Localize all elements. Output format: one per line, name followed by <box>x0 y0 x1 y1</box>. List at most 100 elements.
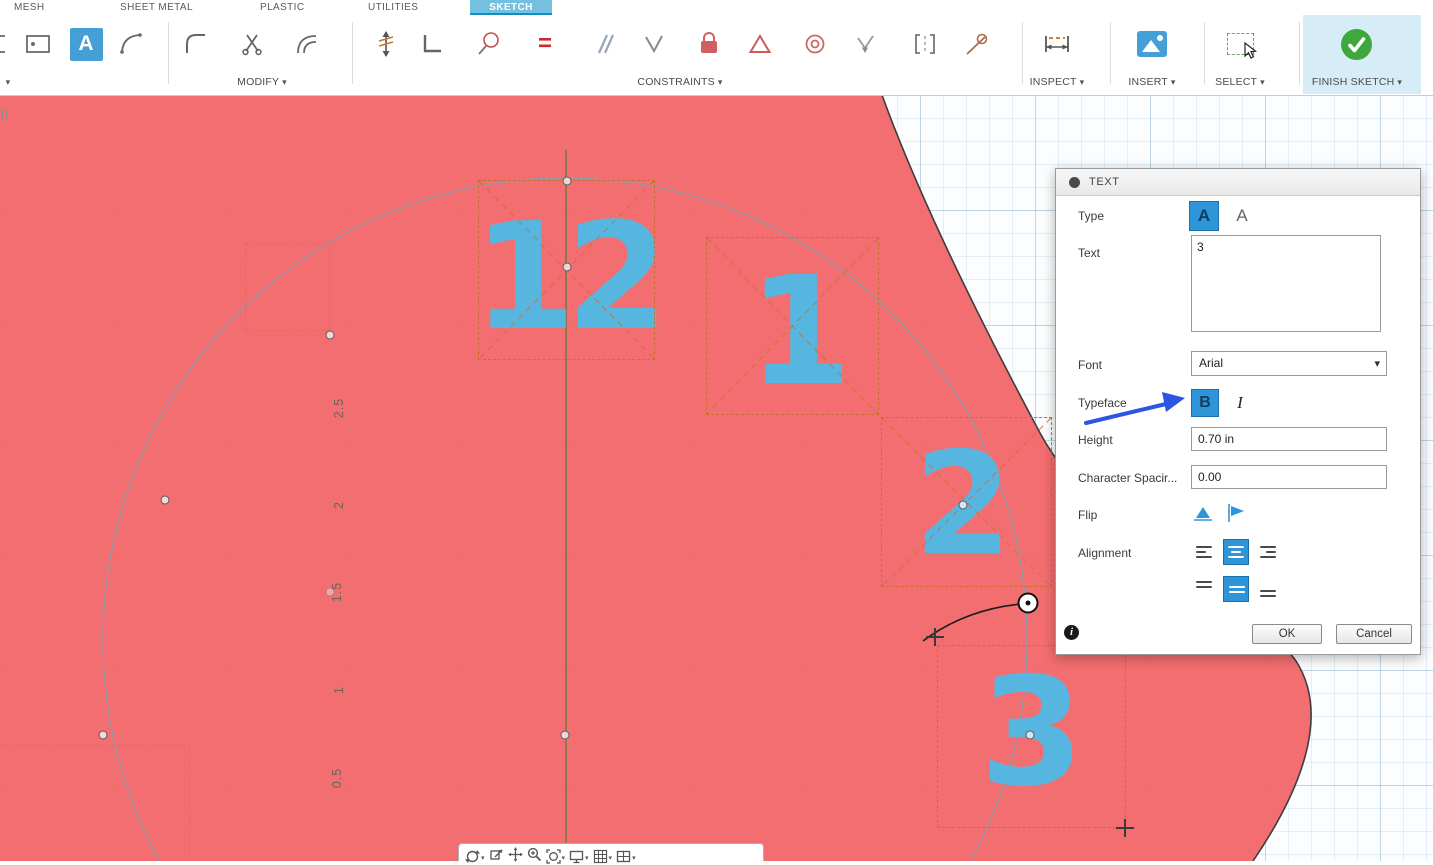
toolbar-ribbon: MESH SHEET METAL PLASTIC UTILITIES SKETC… <box>0 0 1433 96</box>
align-center-button[interactable] <box>1223 539 1249 565</box>
modify-group-label[interactable]: MODIFY <box>237 76 287 88</box>
viewports-icon <box>616 849 631 864</box>
display-settings-icon <box>569 849 584 864</box>
tab-plastic[interactable]: PLASTIC <box>260 0 304 15</box>
dimension-label[interactable]: 1.5 <box>330 582 344 602</box>
selection-box-bottom-left[interactable] <box>0 745 190 861</box>
polygon-tool-button[interactable] <box>738 20 782 68</box>
fillet-tool-button[interactable] <box>174 20 218 68</box>
parallel-constraint-button[interactable] <box>582 20 626 68</box>
selection-box-upper-left[interactable] <box>245 243 330 331</box>
angle-constraint-button[interactable] <box>632 20 676 68</box>
midpoint-constraint-button[interactable] <box>844 20 888 68</box>
tab-sheet-metal[interactable]: SHEET METAL <box>120 0 193 15</box>
character-spacing-input[interactable] <box>1191 465 1387 489</box>
symmetry-brackets-icon <box>912 32 938 56</box>
sketch-point[interactable] <box>561 731 570 740</box>
ok-button[interactable]: OK <box>1252 624 1322 644</box>
grid-settings-button[interactable] <box>593 847 613 865</box>
text-dialog-header[interactable]: TEXT <box>1056 169 1420 196</box>
toolbar-separator <box>1204 22 1205 84</box>
concentric-circles-icon <box>803 32 827 56</box>
perpendicular-constraint-button[interactable] <box>410 20 454 68</box>
text-tool-button[interactable]: A <box>64 20 108 68</box>
font-select[interactable]: Arial <box>1191 351 1387 376</box>
align-right-button[interactable] <box>1255 539 1281 565</box>
sketch-point[interactable] <box>161 496 170 505</box>
insert-button[interactable] <box>1130 20 1174 68</box>
flip-vertical-button[interactable] <box>1223 500 1249 526</box>
info-icon[interactable]: i <box>1064 625 1079 640</box>
coincident-constraint-button[interactable] <box>467 20 511 68</box>
zoom-button[interactable] <box>527 847 542 862</box>
dimension-label[interactable]: 2 <box>332 501 346 509</box>
text-label: Text <box>1078 246 1100 260</box>
fit-button[interactable] <box>546 847 566 865</box>
inspect-measure-button[interactable] <box>1035 20 1079 68</box>
finish-sketch-label[interactable]: FINISH SKETCH <box>1312 76 1402 88</box>
workspace-tabs: MESH SHEET METAL PLASTIC UTILITIES SKETC… <box>0 0 1433 15</box>
tab-mesh[interactable]: MESH <box>14 0 45 15</box>
select-group-label[interactable]: SELECT <box>1215 76 1265 88</box>
flip-horizontal-button[interactable] <box>1190 500 1216 526</box>
equal-constraint-button[interactable]: = <box>523 20 567 68</box>
chevron-down-icon <box>481 847 485 865</box>
typeface-label: Typeface <box>1078 396 1127 410</box>
dialog-grip-icon <box>1069 177 1080 188</box>
tab-sketch-active[interactable]: SKETCH <box>470 0 552 15</box>
fix-constraint-button[interactable] <box>687 20 731 68</box>
offset-tool-button[interactable] <box>285 20 329 68</box>
bold-button[interactable]: B <box>1191 389 1219 417</box>
rectangle-tool-button[interactable] <box>16 20 60 68</box>
text-input[interactable]: 3 <box>1191 235 1381 332</box>
image-icon <box>1137 31 1167 57</box>
look-at-button[interactable] <box>489 847 504 862</box>
orbit-button[interactable] <box>465 847 485 865</box>
display-settings-button[interactable] <box>569 847 589 865</box>
create-group-caret[interactable] <box>6 76 11 88</box>
text-selection-box-1[interactable] <box>706 237 879 415</box>
sketch-point[interactable] <box>563 263 572 272</box>
viewports-button[interactable] <box>616 847 636 865</box>
inspect-group-label[interactable]: INSPECT <box>1030 76 1085 88</box>
partial-tool-button[interactable] <box>0 20 14 68</box>
pan-button[interactable] <box>508 847 523 862</box>
alignment-label: Alignment <box>1078 546 1131 560</box>
look-at-icon <box>489 847 504 862</box>
height-input[interactable] <box>1191 427 1387 451</box>
arc-endpoint-marker[interactable] <box>1018 593 1039 614</box>
rectangle-point-icon <box>25 34 51 54</box>
dimension-label[interactable]: 2.5 <box>332 398 346 418</box>
sketch-point[interactable] <box>563 177 572 186</box>
sketch-point[interactable] <box>1026 731 1035 740</box>
align-top-button[interactable] <box>1191 576 1217 602</box>
select-button[interactable] <box>1218 20 1262 68</box>
sketch-dimension-button[interactable] <box>364 20 408 68</box>
dimension-label[interactable]: 1 <box>332 686 346 694</box>
sketch-point[interactable] <box>959 501 968 510</box>
chevron-down-icon <box>585 847 589 865</box>
type-text-on-path-button[interactable]: A <box>1227 201 1257 231</box>
midpoint-icon <box>854 32 878 56</box>
cancel-button[interactable]: Cancel <box>1336 624 1412 644</box>
trim-tool-button[interactable] <box>230 20 274 68</box>
italic-button[interactable]: I <box>1226 389 1254 417</box>
dialog-title: TEXT <box>1089 176 1120 188</box>
insert-group-label[interactable]: INSERT <box>1128 76 1175 88</box>
arc-tool-button[interactable] <box>110 20 154 68</box>
canvas-edge-marker: || <box>1 108 9 120</box>
constraints-group-label[interactable]: CONSTRAINTS <box>637 76 722 88</box>
scissors-icon <box>240 32 264 56</box>
align-middle-button[interactable] <box>1223 576 1249 602</box>
tab-utilities[interactable]: UTILITIES <box>368 0 418 15</box>
dimension-label[interactable]: 0.5 <box>330 768 344 788</box>
finish-sketch-button[interactable] <box>1334 20 1378 68</box>
align-left-button[interactable] <box>1191 539 1217 565</box>
concentric-constraint-button[interactable] <box>793 20 837 68</box>
tangent-constraint-button[interactable] <box>955 20 999 68</box>
align-bottom-button[interactable] <box>1255 576 1281 602</box>
symmetry-constraint-button[interactable] <box>903 20 947 68</box>
type-text-button[interactable]: A <box>1189 201 1219 231</box>
sketch-point[interactable] <box>326 331 335 340</box>
sketch-point[interactable] <box>99 731 108 740</box>
